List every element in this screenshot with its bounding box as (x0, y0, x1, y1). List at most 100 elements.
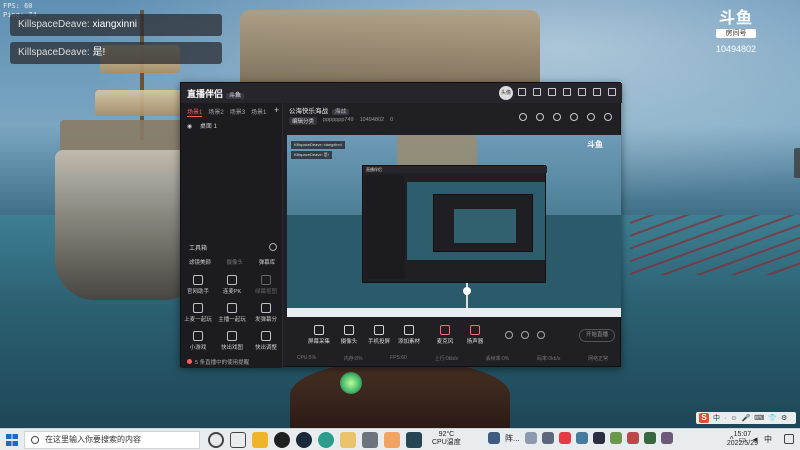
tool-item[interactable]: 官网助手 (181, 275, 215, 295)
app-icon[interactable] (609, 432, 622, 444)
chat-user: KillspaceDeave: (18, 47, 90, 58)
tool-item[interactable]: 发弹幕分 (249, 303, 283, 323)
app-icon[interactable] (626, 432, 639, 444)
task-icon[interactable] (570, 113, 578, 121)
cpu-temp-value: 92°C (438, 431, 455, 438)
settings-icon[interactable] (563, 88, 571, 96)
app-titlebar[interactable]: 直播伴侣 斗鱼 头像 (181, 83, 622, 103)
language-indicator[interactable]: 中 (764, 434, 772, 445)
side-panel-handle[interactable] (794, 148, 800, 178)
tool-camera[interactable]: 摄像头 (226, 258, 243, 266)
speaker-button[interactable]: 扬声器 (459, 325, 491, 345)
room-number: 10494802 (359, 117, 385, 123)
record-icon[interactable] (505, 331, 513, 339)
taskbar-clock[interactable]: 15:07 2022/5/29 (727, 430, 758, 448)
notification-icon[interactable] (784, 434, 794, 444)
tool-item[interactable]: 连麦PK (215, 275, 249, 295)
cpu-temp-widget[interactable]: 92°C CPU温度 (432, 431, 461, 447)
add-scene-button[interactable]: + (274, 105, 279, 115)
eye-icon[interactable]: ◉ (187, 124, 192, 130)
app-icon[interactable] (318, 432, 334, 448)
qq-icon[interactable] (274, 432, 290, 448)
collapse-icon[interactable] (269, 243, 277, 251)
emoji-icon[interactable]: ☺ (730, 415, 737, 422)
monitor-icon (314, 325, 324, 335)
tool-item[interactable]: 快出调整 (249, 331, 283, 351)
phone-cast-button[interactable]: 手机投屏 (363, 325, 395, 345)
app-icon[interactable] (406, 432, 422, 448)
share-icon[interactable] (604, 113, 612, 121)
avatar[interactable]: 头像 (499, 86, 513, 100)
app-icon[interactable] (575, 432, 588, 444)
backpack-icon[interactable] (536, 113, 544, 121)
app-icon[interactable] (592, 432, 605, 444)
tool-item[interactable]: 快出戏图 (215, 331, 249, 351)
home-icon[interactable] (519, 113, 527, 121)
camera-button[interactable]: 摄像头 (333, 325, 365, 345)
app-icon[interactable] (558, 432, 571, 444)
message-icon[interactable] (533, 88, 541, 96)
ime-mode[interactable]: 中 (713, 413, 720, 423)
tab-scene-1[interactable]: 场景1 (187, 107, 203, 117)
taskbar-search[interactable]: 在这里输入你要搜索的内容 (24, 431, 200, 449)
microphone-button[interactable]: 麦克风 (429, 325, 461, 345)
start-live-button[interactable]: 开始直播 (579, 329, 615, 342)
app-icon[interactable] (524, 432, 537, 444)
scene-source-label: 桌面 1 (199, 124, 217, 130)
gift-icon[interactable] (518, 88, 526, 96)
room-id: 10494802 (715, 44, 756, 54)
screen-capture-button[interactable]: 屏幕采集 (303, 325, 335, 345)
windows-start-icon[interactable] (6, 434, 18, 446)
maximize-icon[interactable] (593, 88, 601, 96)
preview-nested-window: 直播伴侣 (362, 165, 547, 283)
stream-preview[interactable]: KillspaceDeave: xiangxinni KillspaceDeav… (287, 135, 621, 317)
file-explorer-icon[interactable] (252, 432, 268, 448)
fans-icon[interactable] (553, 113, 561, 121)
app-icon[interactable] (384, 432, 400, 448)
room-category-tag[interactable]: 海战 (332, 109, 350, 115)
tray-app-label[interactable]: 阵... (505, 433, 520, 444)
preview-volume-knob[interactable] (463, 287, 471, 295)
sogou-icon[interactable]: S (699, 413, 709, 423)
edit-category-button[interactable]: 编辑分类 (289, 117, 318, 125)
tab-scene-4[interactable]: 场景1 (251, 107, 266, 117)
close-icon[interactable] (608, 88, 616, 96)
keyboard-icon[interactable]: ⌨ (754, 414, 764, 422)
chat-text: xiangxinni (92, 19, 137, 30)
task-view-icon[interactable] (230, 432, 246, 448)
notice-link[interactable]: 5 条直播中的使用提醒 (187, 358, 249, 366)
scene-source-item[interactable]: ◉ 桌面 1 (187, 121, 217, 130)
tab-scene-2[interactable]: 场景2 (208, 107, 223, 117)
ime-toolbar[interactable]: S 中 · ☺ 🎤 ⌨ 👕 ⚙ (696, 412, 796, 424)
app-icon[interactable] (340, 432, 356, 448)
tool-danmaku[interactable]: 弹幕库 (259, 258, 276, 266)
tool-item[interactable]: 上麦一起玩 (181, 303, 215, 323)
rope-foreground (630, 215, 800, 275)
add-source-button[interactable]: 添加素材 (393, 325, 425, 345)
minimize-icon[interactable] (578, 88, 586, 96)
tool-item[interactable]: 小游戏 (181, 331, 215, 351)
app-icon[interactable] (643, 432, 656, 444)
preview-nested-titlebar: 直播伴侣 (363, 166, 547, 173)
preview-chat: KillspaceDeave: 是! (291, 151, 332, 159)
tools-icon[interactable]: ⚙ (781, 414, 787, 422)
app-icon[interactable] (660, 432, 673, 444)
plane-icon[interactable] (488, 432, 500, 444)
skin-icon[interactable]: 👕 (768, 414, 777, 422)
preview-nested-window-2 (433, 194, 533, 252)
app-icon[interactable] (541, 432, 554, 444)
tool-item[interactable]: 主播一起玩 (215, 303, 249, 323)
voice-icon[interactable]: 🎤 (742, 414, 751, 422)
bell-icon[interactable] (587, 113, 595, 121)
skin-icon[interactable] (548, 88, 556, 96)
cpu-temp-label: CPU温度 (432, 439, 461, 446)
tab-scene-3[interactable]: 场景3 (230, 107, 245, 117)
app-icon[interactable] (362, 432, 378, 448)
cortana-icon[interactable] (208, 432, 224, 448)
ime-punct[interactable]: · (724, 415, 726, 422)
tool-item[interactable]: 绿幕抠图 (249, 275, 283, 295)
steam-icon[interactable] (296, 432, 312, 448)
settings-gear-icon[interactable] (537, 331, 545, 339)
history-icon[interactable] (521, 331, 529, 339)
tool-beauty[interactable]: 滤镜美颜 (189, 258, 211, 266)
